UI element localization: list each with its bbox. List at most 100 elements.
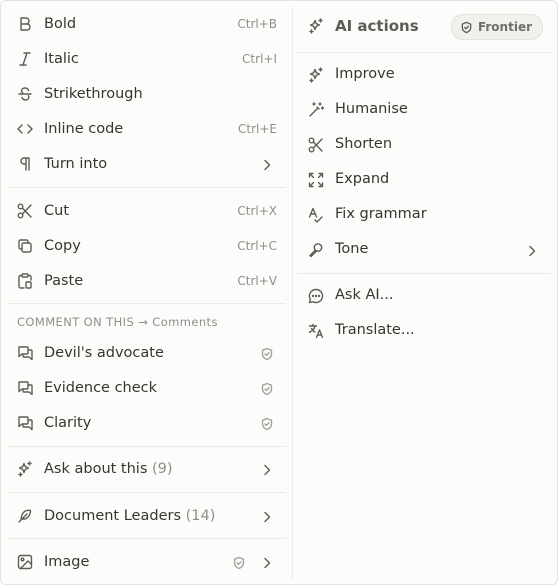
menu-item-label: Document Leaders (14)	[44, 508, 215, 524]
shield-icon	[232, 555, 246, 570]
ai-action-humanise[interactable]: Humanise	[299, 95, 551, 125]
menu-item-label: Italic	[44, 51, 79, 67]
chevron-right-icon	[525, 243, 539, 257]
feather-icon	[16, 507, 34, 525]
ai-action-label: Fix grammar	[335, 206, 427, 222]
divider	[297, 273, 551, 274]
shortcut-label: Ctrl+C	[237, 239, 277, 253]
ai-action-label: Shorten	[335, 136, 393, 152]
expand-icon	[307, 171, 325, 189]
scissors-icon	[16, 202, 34, 220]
context-menu: Bold Ctrl+B Italic Ctrl+I Strikethrough …	[0, 0, 558, 585]
menu-item-strikethrough[interactable]: Strikethrough	[7, 79, 286, 109]
menu-item-evidence-check[interactable]: Evidence check	[7, 373, 286, 403]
badge-label: Frontier	[477, 20, 532, 34]
comment-section-label: COMMENT ON THIS → Comments	[17, 315, 218, 329]
chevron-right-icon	[260, 462, 274, 476]
shortcut-label: Ctrl+V	[237, 274, 277, 288]
menu-item-ask-about-this[interactable]: Ask about this (9)	[7, 454, 286, 484]
menu-item-bold[interactable]: Bold Ctrl+B	[7, 9, 286, 39]
menu-item-cut[interactable]: Cut Ctrl+X	[7, 196, 286, 226]
clipboard-icon	[16, 272, 34, 290]
divider	[297, 52, 551, 53]
image-icon	[16, 553, 34, 571]
menu-item-label: Bold	[44, 16, 77, 32]
bold-icon	[16, 15, 34, 33]
divider	[7, 446, 286, 447]
ai-action-shorten[interactable]: Shorten	[299, 130, 551, 160]
shield-icon	[260, 346, 274, 361]
menu-item-label: Devil's advocate	[44, 345, 164, 361]
ai-action-tone[interactable]: Tone	[299, 235, 551, 265]
menu-item-inline-code[interactable]: Inline code Ctrl+E	[7, 114, 286, 144]
sparkles-icon	[16, 460, 34, 478]
menu-item-turn-into[interactable]: Turn into	[7, 149, 286, 179]
menu-item-label: Copy	[44, 238, 81, 254]
menu-item-paste[interactable]: Paste Ctrl+V	[7, 266, 286, 296]
menu-item-label: Strikethrough	[44, 86, 143, 102]
shortcut-label: Ctrl+X	[237, 204, 277, 218]
divider	[7, 538, 286, 539]
shield-icon	[461, 21, 472, 33]
pilcrow-icon	[16, 155, 34, 173]
sparkles-icon	[307, 66, 325, 84]
code-icon	[16, 120, 34, 138]
strikethrough-icon	[16, 85, 34, 103]
leaders-label: Document Leaders	[44, 508, 181, 524]
magic-wand-icon	[307, 101, 325, 119]
menu-item-italic[interactable]: Italic Ctrl+I	[7, 44, 286, 74]
divider	[7, 187, 286, 188]
ai-action-label: Improve	[335, 66, 395, 82]
ai-action-improve[interactable]: Improve	[299, 60, 551, 90]
divider	[7, 492, 286, 493]
menu-item-label: Paste	[44, 273, 84, 289]
chevron-right-icon	[260, 555, 274, 569]
menu-item-clarity[interactable]: Clarity	[7, 408, 286, 438]
menu-item-label: Image	[44, 554, 90, 570]
ai-action-label: Translate...	[335, 322, 415, 338]
menu-item-label: Evidence check	[44, 380, 158, 396]
ai-action-ask-ai[interactable]: Ask AI...	[299, 281, 551, 311]
menu-item-label: Turn into	[44, 156, 108, 172]
shield-icon	[260, 416, 274, 431]
shortcut-label: Ctrl+B	[237, 17, 277, 31]
chat-bubbles-icon	[16, 344, 34, 362]
ai-action-translate[interactable]: Translate...	[299, 316, 551, 346]
chat-bubbles-icon	[16, 414, 34, 432]
scissors-icon	[307, 136, 325, 154]
translate-icon	[307, 322, 325, 340]
shortcut-label: Ctrl+E	[238, 122, 277, 136]
menu-item-label: Cut	[44, 203, 69, 219]
ai-action-label: Ask AI...	[335, 287, 394, 303]
chat-bubble-icon	[307, 287, 325, 305]
chat-bubbles-icon	[16, 379, 34, 397]
menu-item-copy[interactable]: Copy Ctrl+C	[7, 231, 286, 261]
italic-icon	[16, 50, 34, 68]
menu-item-devils-advocate[interactable]: Devil's advocate	[7, 338, 286, 368]
sparkles-icon	[307, 17, 325, 35]
chevron-right-icon	[260, 157, 274, 171]
menu-item-label: Ask about this (9)	[44, 461, 173, 477]
microphone-icon	[307, 241, 325, 259]
ai-action-label: Humanise	[335, 101, 408, 117]
shortcut-label: Ctrl+I	[242, 52, 277, 66]
divider	[7, 303, 286, 304]
ai-action-fix-grammar[interactable]: Fix grammar	[299, 200, 551, 230]
ask-label: Ask about this	[44, 461, 148, 477]
menu-left-column: Bold Ctrl+B Italic Ctrl+I Strikethrough …	[1, 1, 292, 584]
menu-item-label: Inline code	[44, 121, 124, 137]
frontier-badge: Frontier	[450, 14, 543, 40]
menu-item-label: Clarity	[44, 415, 92, 431]
menu-item-document-leaders[interactable]: Document Leaders (14)	[7, 501, 286, 531]
menu-item-image[interactable]: Image	[7, 547, 286, 577]
ai-actions-panel: AI actions Frontier Improve Humanise Sho…	[293, 1, 557, 584]
leaders-count: (14)	[185, 508, 216, 524]
copy-icon	[16, 237, 34, 255]
ai-action-label: Tone	[335, 241, 369, 257]
chevron-right-icon	[260, 509, 274, 523]
ai-actions-title: AI actions	[335, 17, 419, 35]
spellcheck-icon	[307, 206, 325, 224]
ai-action-expand[interactable]: Expand	[299, 165, 551, 195]
ai-action-label: Expand	[335, 171, 390, 187]
shield-icon	[260, 381, 274, 396]
